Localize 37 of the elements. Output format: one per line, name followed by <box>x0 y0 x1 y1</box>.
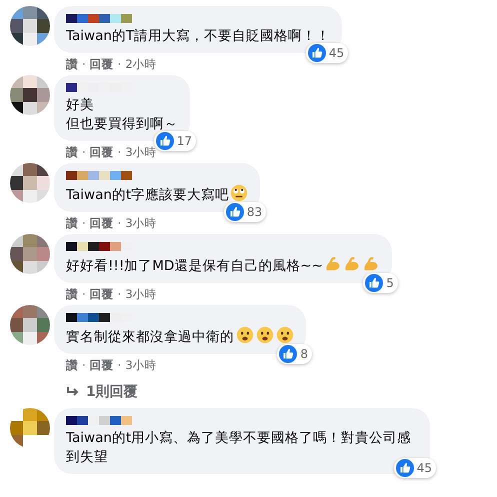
like-link[interactable]: 讚 <box>66 287 78 302</box>
reaction-count[interactable]: 8 <box>277 344 312 364</box>
comment-text: 好美 <box>66 96 95 115</box>
comment-text: 但也要買得到啊～ <box>66 115 178 134</box>
reaction-count[interactable]: 45 <box>306 43 348 63</box>
separator-dot: · <box>82 57 86 72</box>
separator-dot: · <box>82 216 86 231</box>
reply-link[interactable]: 回覆 <box>90 358 114 373</box>
separator-dot: · <box>118 57 122 72</box>
comment-text: Taiwan的t字應該要大寫吧 <box>66 184 248 205</box>
timestamp: 3小時 <box>125 216 157 231</box>
reply-link[interactable]: 回覆 <box>90 287 114 302</box>
timestamp: 2小時 <box>125 57 157 72</box>
reply-link[interactable]: 回覆 <box>90 57 114 72</box>
like-link[interactable]: 讚 <box>66 358 78 373</box>
like-link[interactable]: 讚 <box>66 145 78 160</box>
reaction-count[interactable]: 83 <box>224 202 266 222</box>
reply-link[interactable]: 回覆 <box>90 145 114 160</box>
separator-dot: · <box>82 358 86 373</box>
comment-text: Taiwan的T請用大寫，不要自貶國格啊！！ <box>66 27 330 46</box>
timestamp: 3小時 <box>125 358 157 373</box>
reaction-count[interactable]: 17 <box>154 131 196 151</box>
reaction-count[interactable]: 45 <box>394 458 436 478</box>
comment-text: 實名制從來都沒拿過中衛的 <box>66 326 294 347</box>
like-link[interactable]: 讚 <box>66 216 78 231</box>
reply-link[interactable]: 回覆 <box>90 216 114 231</box>
separator-dot: · <box>118 358 122 373</box>
separator-dot: · <box>118 287 122 302</box>
like-link[interactable]: 讚 <box>66 57 78 72</box>
separator-dot: · <box>118 216 122 231</box>
timestamp: 3小時 <box>125 287 157 302</box>
separator-dot: · <box>82 287 86 302</box>
view-replies-link[interactable]: 1則回覆 <box>66 383 138 401</box>
separator-dot: · <box>82 145 86 160</box>
reaction-count[interactable]: 5 <box>363 273 398 293</box>
comment-text: 好好看!!!加了MD還是保有自己的風格~~ <box>66 255 380 276</box>
separator-dot: · <box>118 145 122 160</box>
